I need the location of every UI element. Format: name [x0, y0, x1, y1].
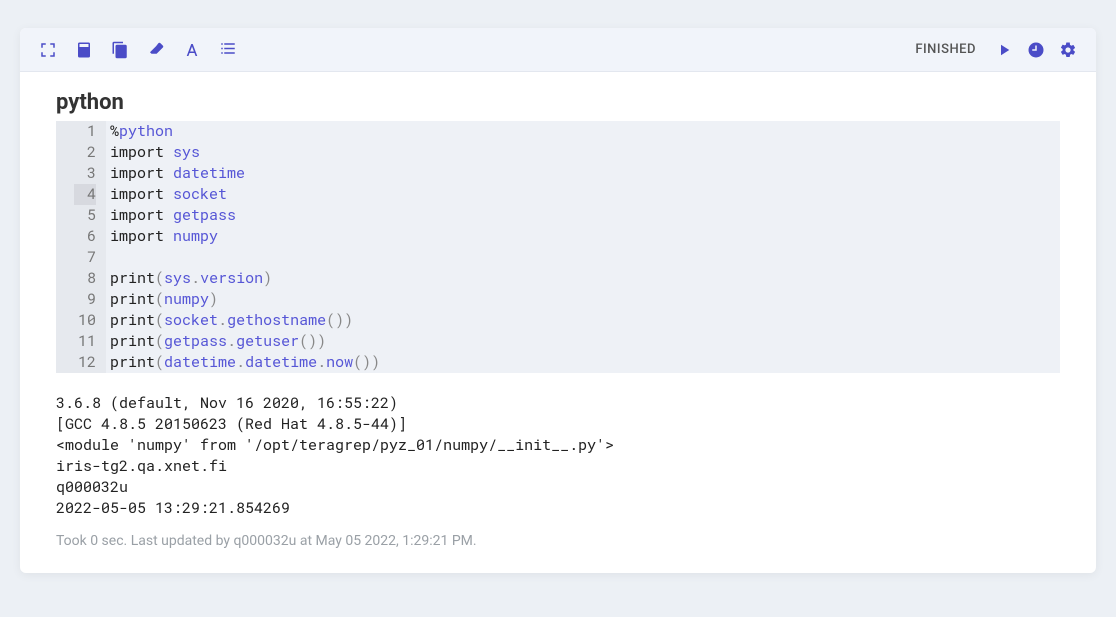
- code-line[interactable]: import datetime: [110, 163, 1054, 184]
- code-line[interactable]: import numpy: [110, 226, 1054, 247]
- code-line[interactable]: print(sys.version): [110, 268, 1054, 289]
- status-label: FINISHED: [915, 42, 976, 57]
- book-icon[interactable]: [74, 40, 94, 60]
- notebook-cell: FINISHED python 123456789101112 %pythoni…: [20, 28, 1096, 573]
- line-number: 4: [74, 184, 96, 205]
- code-editor[interactable]: 123456789101112 %pythonimport sysimport …: [56, 121, 1060, 373]
- list-ordered-icon[interactable]: [218, 40, 238, 60]
- code-line[interactable]: import getpass: [110, 205, 1054, 226]
- code-line[interactable]: print(getpass.getuser()): [110, 331, 1054, 352]
- cell-title: python: [56, 90, 1060, 115]
- font-icon[interactable]: [182, 40, 202, 60]
- line-gutter: 123456789101112: [56, 121, 106, 373]
- code-line[interactable]: print(datetime.datetime.now()): [110, 352, 1054, 373]
- line-number: 9: [74, 289, 96, 310]
- line-number: 5: [74, 205, 96, 226]
- code-body[interactable]: %pythonimport sysimport datetimeimport s…: [106, 121, 1060, 373]
- code-line[interactable]: %python: [110, 121, 1054, 142]
- code-line[interactable]: print(numpy): [110, 289, 1054, 310]
- code-line[interactable]: import sys: [110, 142, 1054, 163]
- line-number: 1: [74, 121, 96, 142]
- gear-icon[interactable]: [1058, 40, 1078, 60]
- footer-note: Took 0 sec. Last updated by q000032u at …: [56, 533, 1060, 549]
- code-line[interactable]: print(socket.gethostname()): [110, 310, 1054, 331]
- line-number: 7: [74, 247, 96, 268]
- play-icon[interactable]: [994, 40, 1014, 60]
- clock-icon[interactable]: [1026, 40, 1046, 60]
- line-number: 6: [74, 226, 96, 247]
- line-number: 12: [74, 352, 96, 373]
- cell-toolbar: FINISHED: [20, 28, 1096, 72]
- line-number: 10: [74, 310, 96, 331]
- cell-output: 3.6.8 (default, Nov 16 2020, 16:55:22) […: [56, 393, 1060, 519]
- collapse-icon[interactable]: [38, 40, 58, 60]
- code-line[interactable]: [110, 247, 1054, 268]
- line-number: 2: [74, 142, 96, 163]
- line-number: 11: [74, 331, 96, 352]
- code-line[interactable]: import socket: [110, 184, 1054, 205]
- line-number: 3: [74, 163, 96, 184]
- copy-icon[interactable]: [110, 40, 130, 60]
- line-number: 8: [74, 268, 96, 289]
- erase-icon[interactable]: [146, 40, 166, 60]
